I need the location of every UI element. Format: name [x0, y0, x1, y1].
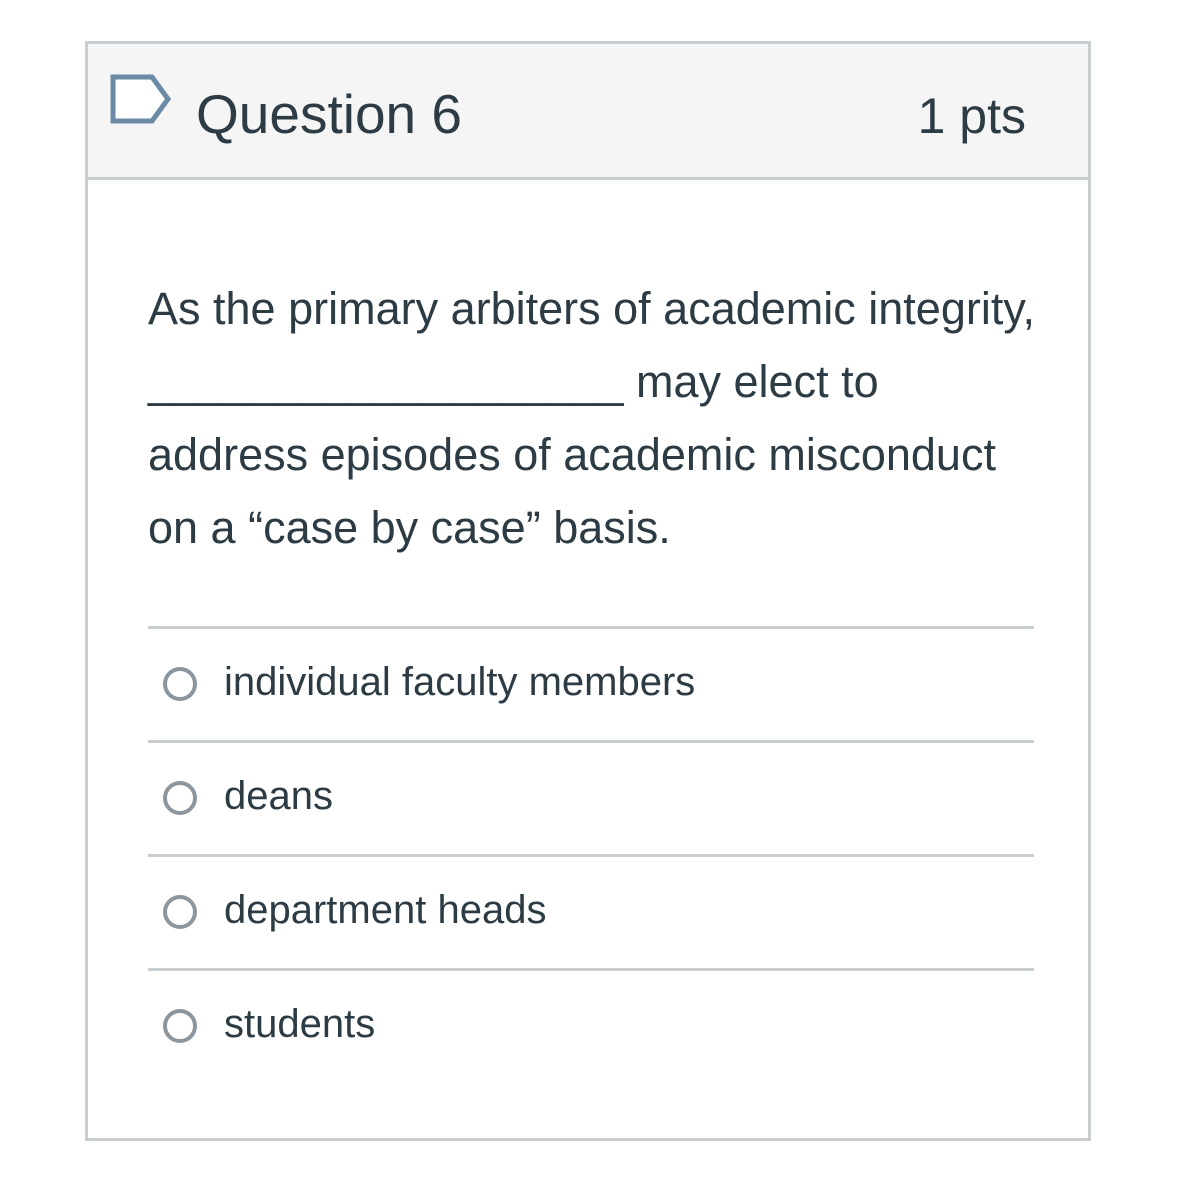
- question-text: As the primary arbiters of academic inte…: [148, 283, 1035, 553]
- answer-label[interactable]: students: [224, 997, 375, 1051]
- answer-label[interactable]: department heads: [224, 883, 546, 937]
- answer-list: individual faculty members deans departm…: [148, 626, 1034, 1082]
- answer-option[interactable]: deans: [148, 740, 1034, 854]
- answer-label[interactable]: individual faculty members: [224, 655, 695, 709]
- radio-button[interactable]: [163, 667, 197, 701]
- answer-label[interactable]: deans: [224, 769, 333, 823]
- answer-option[interactable]: students: [148, 968, 1034, 1082]
- answer-option[interactable]: individual faculty members: [148, 626, 1034, 740]
- radio-button[interactable]: [163, 781, 197, 815]
- radio-button[interactable]: [163, 895, 197, 929]
- question-title: Question 6: [196, 83, 463, 145]
- flag-question-icon[interactable]: [110, 74, 172, 124]
- answer-option[interactable]: department heads: [148, 854, 1034, 968]
- question-points: 1 pts: [917, 88, 1026, 144]
- question-card: Question 6 1 pts As the primary arbiters…: [85, 41, 1091, 1141]
- radio-button[interactable]: [163, 1009, 197, 1043]
- question-header: Question 6 1 pts: [88, 44, 1088, 180]
